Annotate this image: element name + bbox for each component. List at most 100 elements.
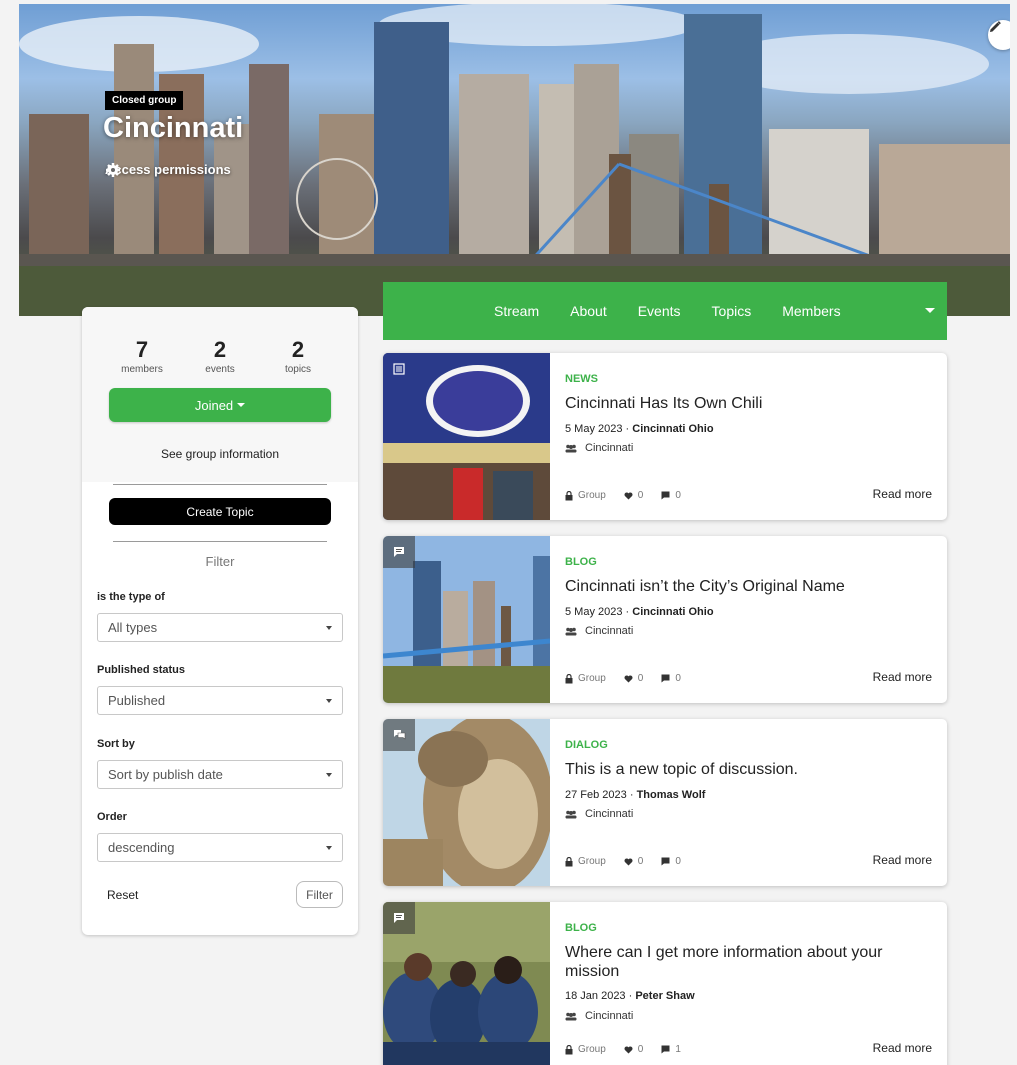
- topic-visibility: Group: [578, 490, 606, 501]
- topic-footer: Group 0 0: [565, 490, 681, 501]
- events-label: events: [205, 364, 235, 375]
- topic-title[interactable]: Where can I get more information about y…: [565, 943, 935, 981]
- topic-card[interactable]: BLOG Where can I get more information ab…: [383, 902, 947, 1065]
- filter-status-select[interactable]: Published: [97, 686, 343, 715]
- topic-comments: 1: [675, 1044, 681, 1055]
- filter-status-value: Published: [108, 693, 166, 708]
- topics-count: 2: [291, 337, 305, 362]
- topic-likes: 0: [637, 490, 644, 501]
- topic-group-name: Cincinnati: [585, 442, 634, 454]
- stat-events[interactable]: 2 events: [185, 337, 255, 375]
- topic-title[interactable]: Cincinnati isn’t the City’s Original Nam…: [565, 577, 935, 596]
- stat-members[interactable]: 7 members: [107, 337, 177, 375]
- topic-likes: 0: [637, 1044, 644, 1055]
- heart-icon[interactable]: [624, 857, 633, 866]
- topic-group[interactable]: Cincinnati: [565, 442, 633, 454]
- topic-card[interactable]: NEWS Cincinnati Has Its Own Chili 5 May …: [383, 353, 947, 520]
- access-permissions-link[interactable]: Access permissions: [105, 162, 231, 177]
- topic-footer: Group 0 1: [565, 1044, 681, 1055]
- filter-heading: Filter: [205, 554, 235, 569]
- read-more-link[interactable]: Read more: [873, 853, 932, 867]
- group-tabs-bar: Stream About Events Topics Members: [383, 282, 947, 340]
- filter-type-value: All types: [108, 620, 158, 635]
- edit-group-button[interactable]: [988, 20, 1010, 50]
- tab-stream[interactable]: Stream: [494, 303, 539, 319]
- group-sidebar: 7 members 2 events 2 topics Joined See g…: [82, 307, 358, 935]
- topic-author[interactable]: Thomas Wolf: [637, 789, 706, 801]
- joined-label: Joined: [194, 397, 234, 413]
- topic-group-name: Cincinnati: [585, 625, 634, 637]
- apply-filter-button[interactable]: Filter: [296, 881, 343, 908]
- group-icon: [565, 444, 577, 452]
- topic-author[interactable]: Cincinnati Ohio: [632, 606, 713, 618]
- heart-icon[interactable]: [624, 1045, 633, 1054]
- tab-topics[interactable]: Topics: [712, 303, 752, 319]
- chevron-down-icon: [326, 698, 332, 703]
- lock-icon: [565, 856, 573, 866]
- heart-icon[interactable]: [624, 674, 633, 683]
- topic-group[interactable]: Cincinnati: [565, 808, 633, 820]
- heart-icon[interactable]: [624, 491, 633, 500]
- tab-members[interactable]: Members: [782, 303, 840, 319]
- create-topic-button[interactable]: Create Topic: [109, 498, 331, 525]
- tab-about[interactable]: About: [570, 303, 607, 319]
- group-icon: [565, 810, 577, 818]
- filter-sort-value: Sort by publish date: [108, 767, 223, 782]
- chevron-down-icon: [326, 845, 332, 850]
- comment-icon[interactable]: [661, 491, 670, 500]
- topic-title[interactable]: Cincinnati Has Its Own Chili: [565, 394, 935, 413]
- joined-dropdown-button[interactable]: Joined: [109, 388, 331, 422]
- topic-meta: 18 Jan 2023 · Peter Shaw: [565, 990, 695, 1002]
- topics-label: topics: [284, 364, 312, 375]
- topic-type: BLOG: [565, 922, 597, 934]
- tabs-more-chevron-down-icon[interactable]: [925, 308, 935, 313]
- lock-icon: [565, 1044, 573, 1054]
- read-more-link[interactable]: Read more: [873, 1041, 932, 1055]
- events-count: 2: [213, 337, 227, 362]
- topic-card[interactable]: BLOG Cincinnati isn’t the City’s Origina…: [383, 536, 947, 703]
- topic-date: 27 Feb 2023 ·: [565, 789, 637, 801]
- read-more-link[interactable]: Read more: [873, 670, 932, 684]
- access-permissions-label: Access permissions: [105, 162, 231, 177]
- topic-likes: 0: [637, 673, 644, 684]
- topic-visibility: Group: [578, 673, 606, 684]
- blog-icon: [383, 902, 415, 934]
- tab-events[interactable]: Events: [638, 303, 681, 319]
- comment-icon[interactable]: [661, 674, 670, 683]
- topic-visibility: Group: [578, 856, 606, 867]
- topic-title[interactable]: This is a new topic of discussion.: [565, 760, 935, 779]
- filter-sort-select[interactable]: Sort by publish date: [97, 760, 343, 789]
- group-hero-banner: Closed group Cincinnati Access permissio…: [19, 4, 1010, 316]
- topic-footer: Group 0 0: [565, 856, 681, 867]
- read-more-link[interactable]: Read more: [873, 487, 932, 501]
- chevron-down-icon: [326, 772, 332, 777]
- topic-card[interactable]: DIALOG This is a new topic of discussion…: [383, 719, 947, 886]
- stat-topics[interactable]: 2 topics: [263, 337, 333, 375]
- topic-group[interactable]: Cincinnati: [565, 1010, 633, 1022]
- topic-visibility: Group: [578, 1044, 606, 1055]
- filter-sort-label: Sort by: [97, 738, 135, 750]
- topic-type: DIALOG: [565, 739, 608, 751]
- comment-icon[interactable]: [661, 857, 670, 866]
- filter-order-select[interactable]: descending: [97, 833, 343, 862]
- news-icon: [383, 353, 415, 385]
- comment-icon[interactable]: [661, 1045, 670, 1054]
- topic-likes: 0: [637, 856, 644, 867]
- divider: [113, 541, 327, 542]
- see-group-information-link[interactable]: See group information: [82, 447, 358, 461]
- group-title: Cincinnati: [103, 112, 244, 144]
- lock-icon: [565, 490, 573, 500]
- members-count: 7: [135, 337, 149, 362]
- filter-type-label: is the type of: [97, 591, 165, 603]
- chevron-down-icon: [326, 625, 332, 630]
- filter-type-select[interactable]: All types: [97, 613, 343, 642]
- topic-author[interactable]: Peter Shaw: [635, 990, 694, 1002]
- topic-type: NEWS: [565, 373, 598, 385]
- reset-filters-button[interactable]: Reset: [107, 888, 138, 902]
- topic-meta: 27 Feb 2023 · Thomas Wolf: [565, 789, 705, 801]
- topic-author[interactable]: Cincinnati Ohio: [632, 423, 713, 435]
- topic-group[interactable]: Cincinnati: [565, 625, 633, 637]
- topic-footer: Group 0 0: [565, 673, 681, 684]
- gear-icon: [106, 163, 120, 177]
- group-icon: [565, 1012, 577, 1020]
